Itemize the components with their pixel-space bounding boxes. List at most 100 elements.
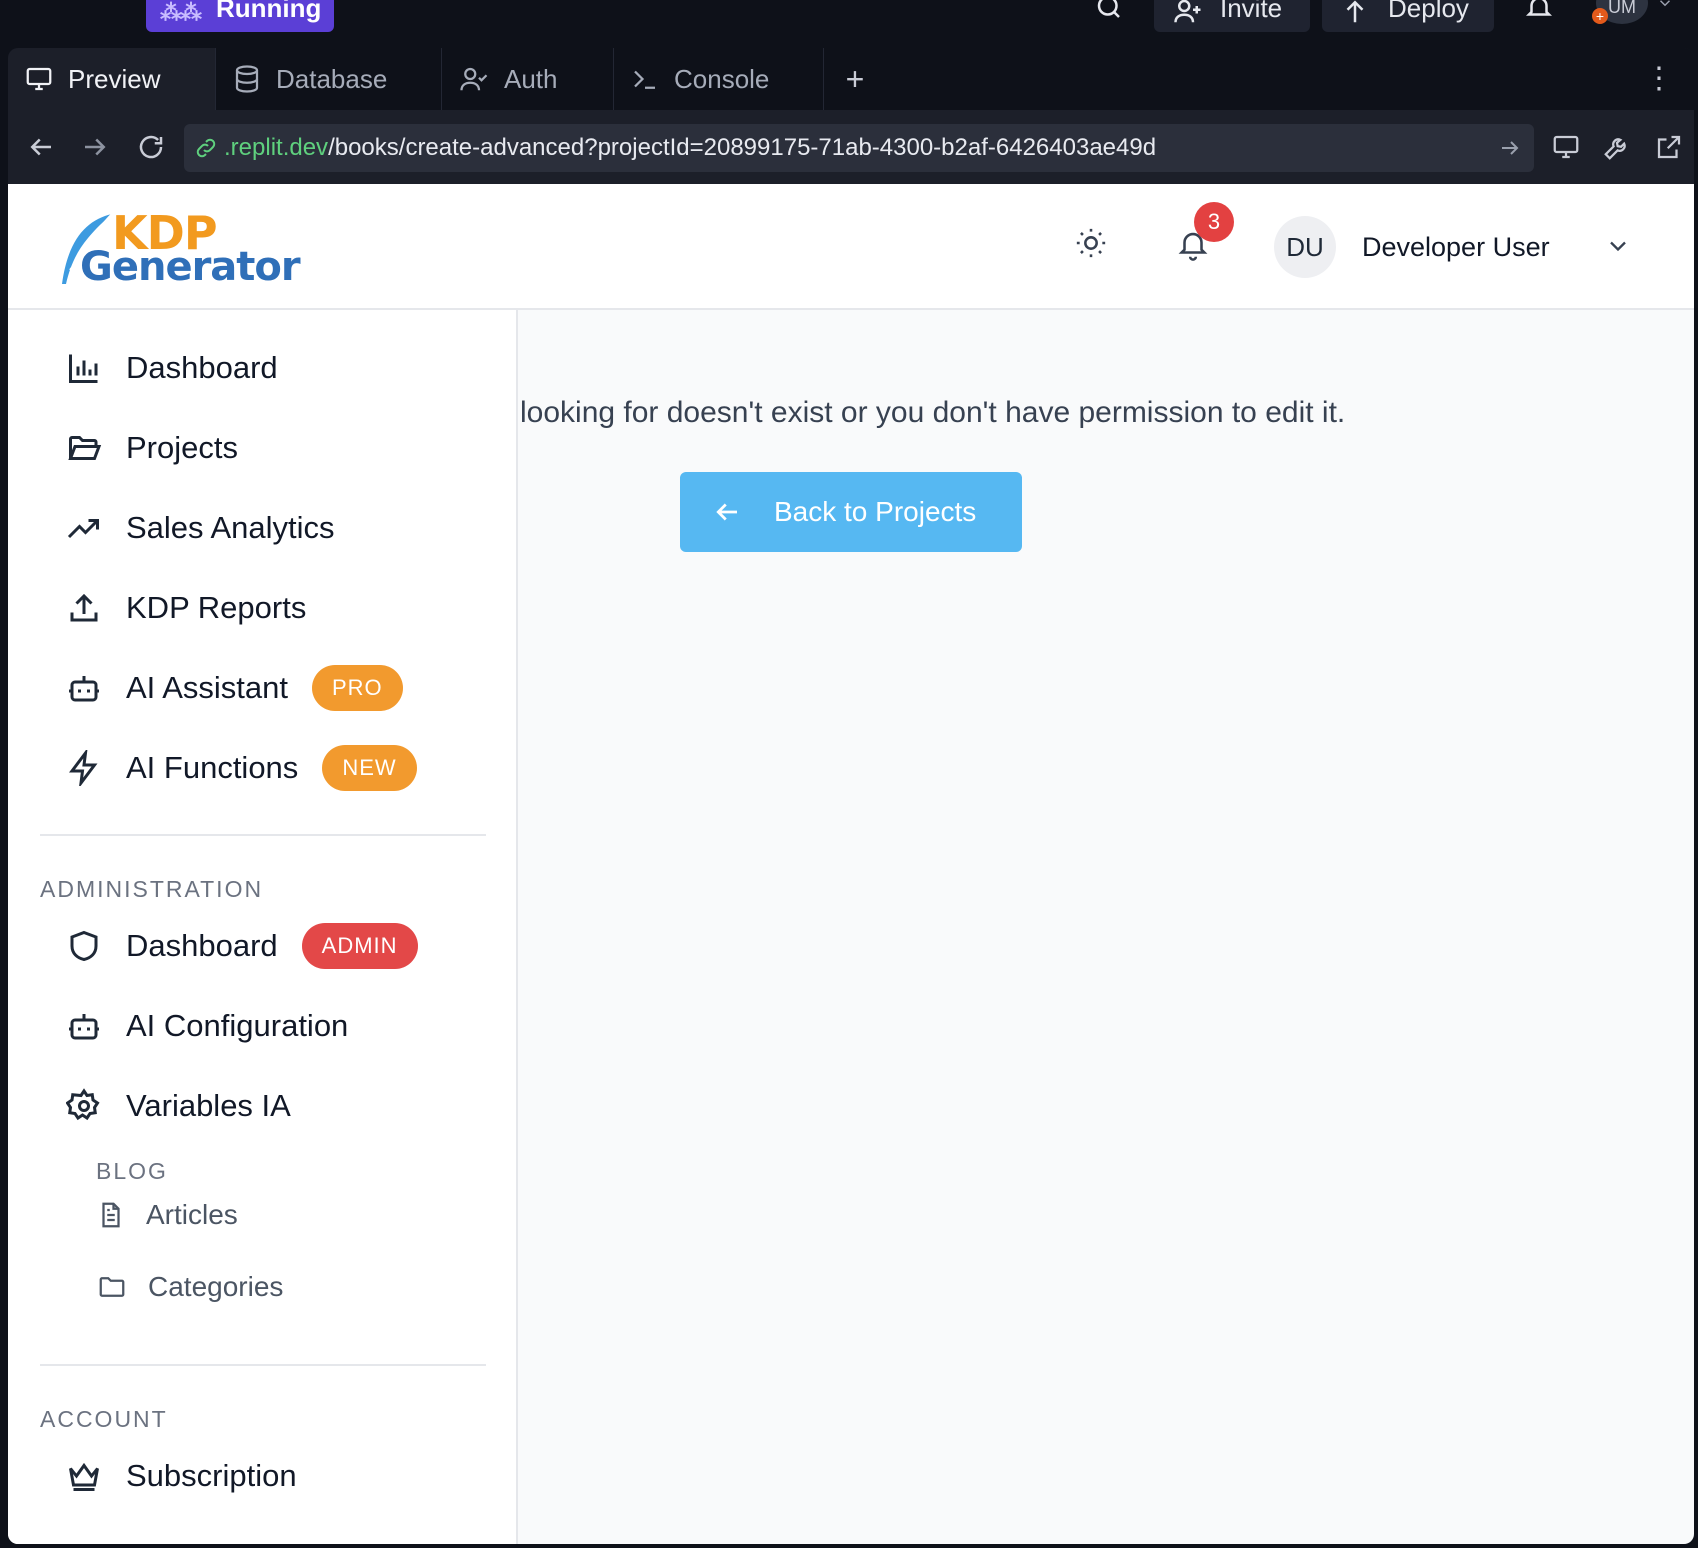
url-input[interactable]: .replit.dev /books/create-advanced?proje…: [184, 124, 1534, 172]
tab-label: Auth: [504, 63, 558, 94]
devices-icon[interactable]: [1550, 132, 1582, 167]
new-badge: NEW: [322, 745, 417, 791]
folder-open-icon: [64, 428, 104, 468]
sidebar-item-label: Projects: [126, 430, 238, 465]
forward-arrow-icon[interactable]: [80, 132, 110, 167]
file-text-icon: [96, 1199, 126, 1231]
pro-badge: PRO: [311, 665, 403, 711]
sidebar-divider: [40, 834, 486, 836]
app-header: KDP Generator 3 DU Developer User: [8, 184, 1694, 310]
replit-logo-icon: ⁂⁂: [160, 0, 202, 25]
sidebar: Dashboard Projects Sales Analytics KDP R…: [8, 310, 518, 1544]
trending-up-icon: [64, 508, 104, 548]
sidebar-item-label: Variables IA: [126, 1088, 291, 1123]
section-title-blog: BLOG: [96, 1158, 168, 1184]
ide-top-bar: ⁂⁂ Running Invite Deploy UM +: [0, 0, 1698, 48]
sun-icon[interactable]: [1074, 226, 1108, 265]
tab-preview[interactable]: Preview: [8, 48, 216, 110]
sidebar-item-label: Articles: [146, 1199, 238, 1230]
database-icon: [232, 64, 262, 94]
go-arrow-icon[interactable]: [1498, 136, 1522, 167]
wrench-icon[interactable]: [1602, 132, 1632, 167]
sidebar-item-sales-analytics[interactable]: Sales Analytics: [64, 500, 335, 556]
bell-icon[interactable]: [1524, 0, 1554, 27]
sidebar-item-label: KDP Reports: [126, 590, 307, 625]
add-tab-button[interactable]: +: [824, 48, 886, 110]
reload-icon[interactable]: [136, 132, 166, 167]
tab-auth[interactable]: Auth: [442, 48, 614, 110]
admin-badge: ADMIN: [301, 923, 418, 969]
ide-user-avatar[interactable]: UM +: [1592, 0, 1648, 24]
chevron-down-icon[interactable]: [1604, 232, 1632, 265]
sidebar-item-label: AI Assistant: [126, 670, 288, 705]
search-icon[interactable]: [1094, 0, 1124, 27]
tab-database[interactable]: Database: [216, 48, 442, 110]
invite-label: Invite: [1220, 0, 1283, 23]
logo-bottom-text: Generator: [80, 244, 301, 290]
sidebar-item-label: Subscription: [126, 1458, 297, 1493]
zap-icon: [64, 748, 104, 788]
app-viewport: KDP Generator 3 DU Developer User Dashbo…: [8, 184, 1694, 1544]
sidebar-item-kdp-reports[interactable]: KDP Reports: [64, 580, 306, 636]
ide-user-initials: UM: [1608, 0, 1636, 17]
more-vertical-icon[interactable]: ⋮: [1644, 64, 1674, 94]
crown-icon: [64, 1456, 104, 1496]
invite-button[interactable]: Invite: [1154, 0, 1310, 32]
terminal-icon: [630, 64, 660, 94]
bar-chart-icon: [64, 348, 104, 388]
user-name[interactable]: Developer User: [1362, 232, 1550, 263]
pane-tabs: Preview Database Auth Console + ⋮: [8, 48, 1694, 110]
sidebar-item-label: Dashboard: [126, 350, 278, 385]
section-title-administration: ADMINISTRATION: [40, 876, 264, 902]
sidebar-item-articles[interactable]: Articles: [96, 1190, 238, 1240]
deploy-button[interactable]: Deploy: [1322, 0, 1494, 32]
external-link-icon[interactable]: [1654, 132, 1684, 167]
not-found-message: looking for doesn't exist or you don't h…: [520, 396, 1346, 429]
sidebar-divider: [40, 1364, 486, 1366]
user-check-icon: [458, 64, 490, 94]
sidebar-item-label: Dashboard: [126, 928, 278, 963]
sidebar-item-label: AI Functions: [126, 750, 299, 785]
tab-console[interactable]: Console: [614, 48, 824, 110]
back-arrow-icon[interactable]: [26, 132, 56, 167]
run-button[interactable]: ⁂⁂ Running: [146, 0, 334, 32]
url-bar: .replit.dev /books/create-advanced?proje…: [8, 110, 1694, 184]
deploy-icon: [1346, 0, 1364, 23]
sidebar-item-variables-ia[interactable]: Variables IA: [64, 1078, 291, 1134]
tab-label: Console: [674, 63, 770, 94]
shield-icon: [64, 926, 104, 966]
sidebar-item-ai-functions[interactable]: AI Functions NEW: [64, 740, 417, 796]
gear-icon: [64, 1086, 104, 1126]
sidebar-item-label: Sales Analytics: [126, 510, 335, 545]
preview-pane: Preview Database Auth Console + ⋮ .repli…: [8, 48, 1694, 1544]
sidebar-item-admin-dashboard[interactable]: Dashboard ADMIN: [64, 918, 418, 974]
plus-badge-icon: +: [1592, 8, 1608, 24]
tab-label: Database: [276, 63, 388, 94]
sidebar-item-ai-configuration[interactable]: AI Configuration: [64, 998, 348, 1054]
sidebar-item-ai-assistant[interactable]: AI Assistant PRO: [64, 660, 403, 716]
avatar[interactable]: DU: [1274, 216, 1336, 278]
back-to-projects-button[interactable]: Back to Projects: [680, 472, 1022, 552]
sidebar-item-dashboard[interactable]: Dashboard: [64, 340, 278, 396]
upload-icon: [64, 588, 104, 628]
arrow-left-icon: [712, 497, 742, 527]
monitor-icon: [24, 64, 54, 94]
sidebar-item-projects[interactable]: Projects: [64, 420, 238, 476]
user-plus-icon: [1174, 0, 1201, 23]
section-title-account: ACCOUNT: [40, 1406, 168, 1432]
deploy-label: Deploy: [1388, 0, 1469, 23]
folder-icon: [96, 1272, 128, 1302]
sidebar-item-categories[interactable]: Categories: [96, 1262, 283, 1312]
plus-icon: +: [845, 60, 865, 97]
link-icon: [194, 136, 218, 160]
chevron-down-icon[interactable]: [1656, 0, 1674, 17]
sidebar-item-label: AI Configuration: [126, 1008, 349, 1043]
tab-label: Preview: [68, 63, 161, 94]
notification-count-badge: 3: [1194, 202, 1234, 242]
url-path: /books/create-advanced?projectId=2089917…: [328, 134, 1157, 161]
sidebar-item-subscription[interactable]: Subscription: [64, 1448, 297, 1504]
url-domain: .replit.dev: [224, 134, 329, 161]
sidebar-item-label: Categories: [148, 1271, 284, 1302]
bot-icon: [64, 1006, 104, 1046]
kdp-generator-logo[interactable]: KDP Generator: [56, 206, 316, 290]
